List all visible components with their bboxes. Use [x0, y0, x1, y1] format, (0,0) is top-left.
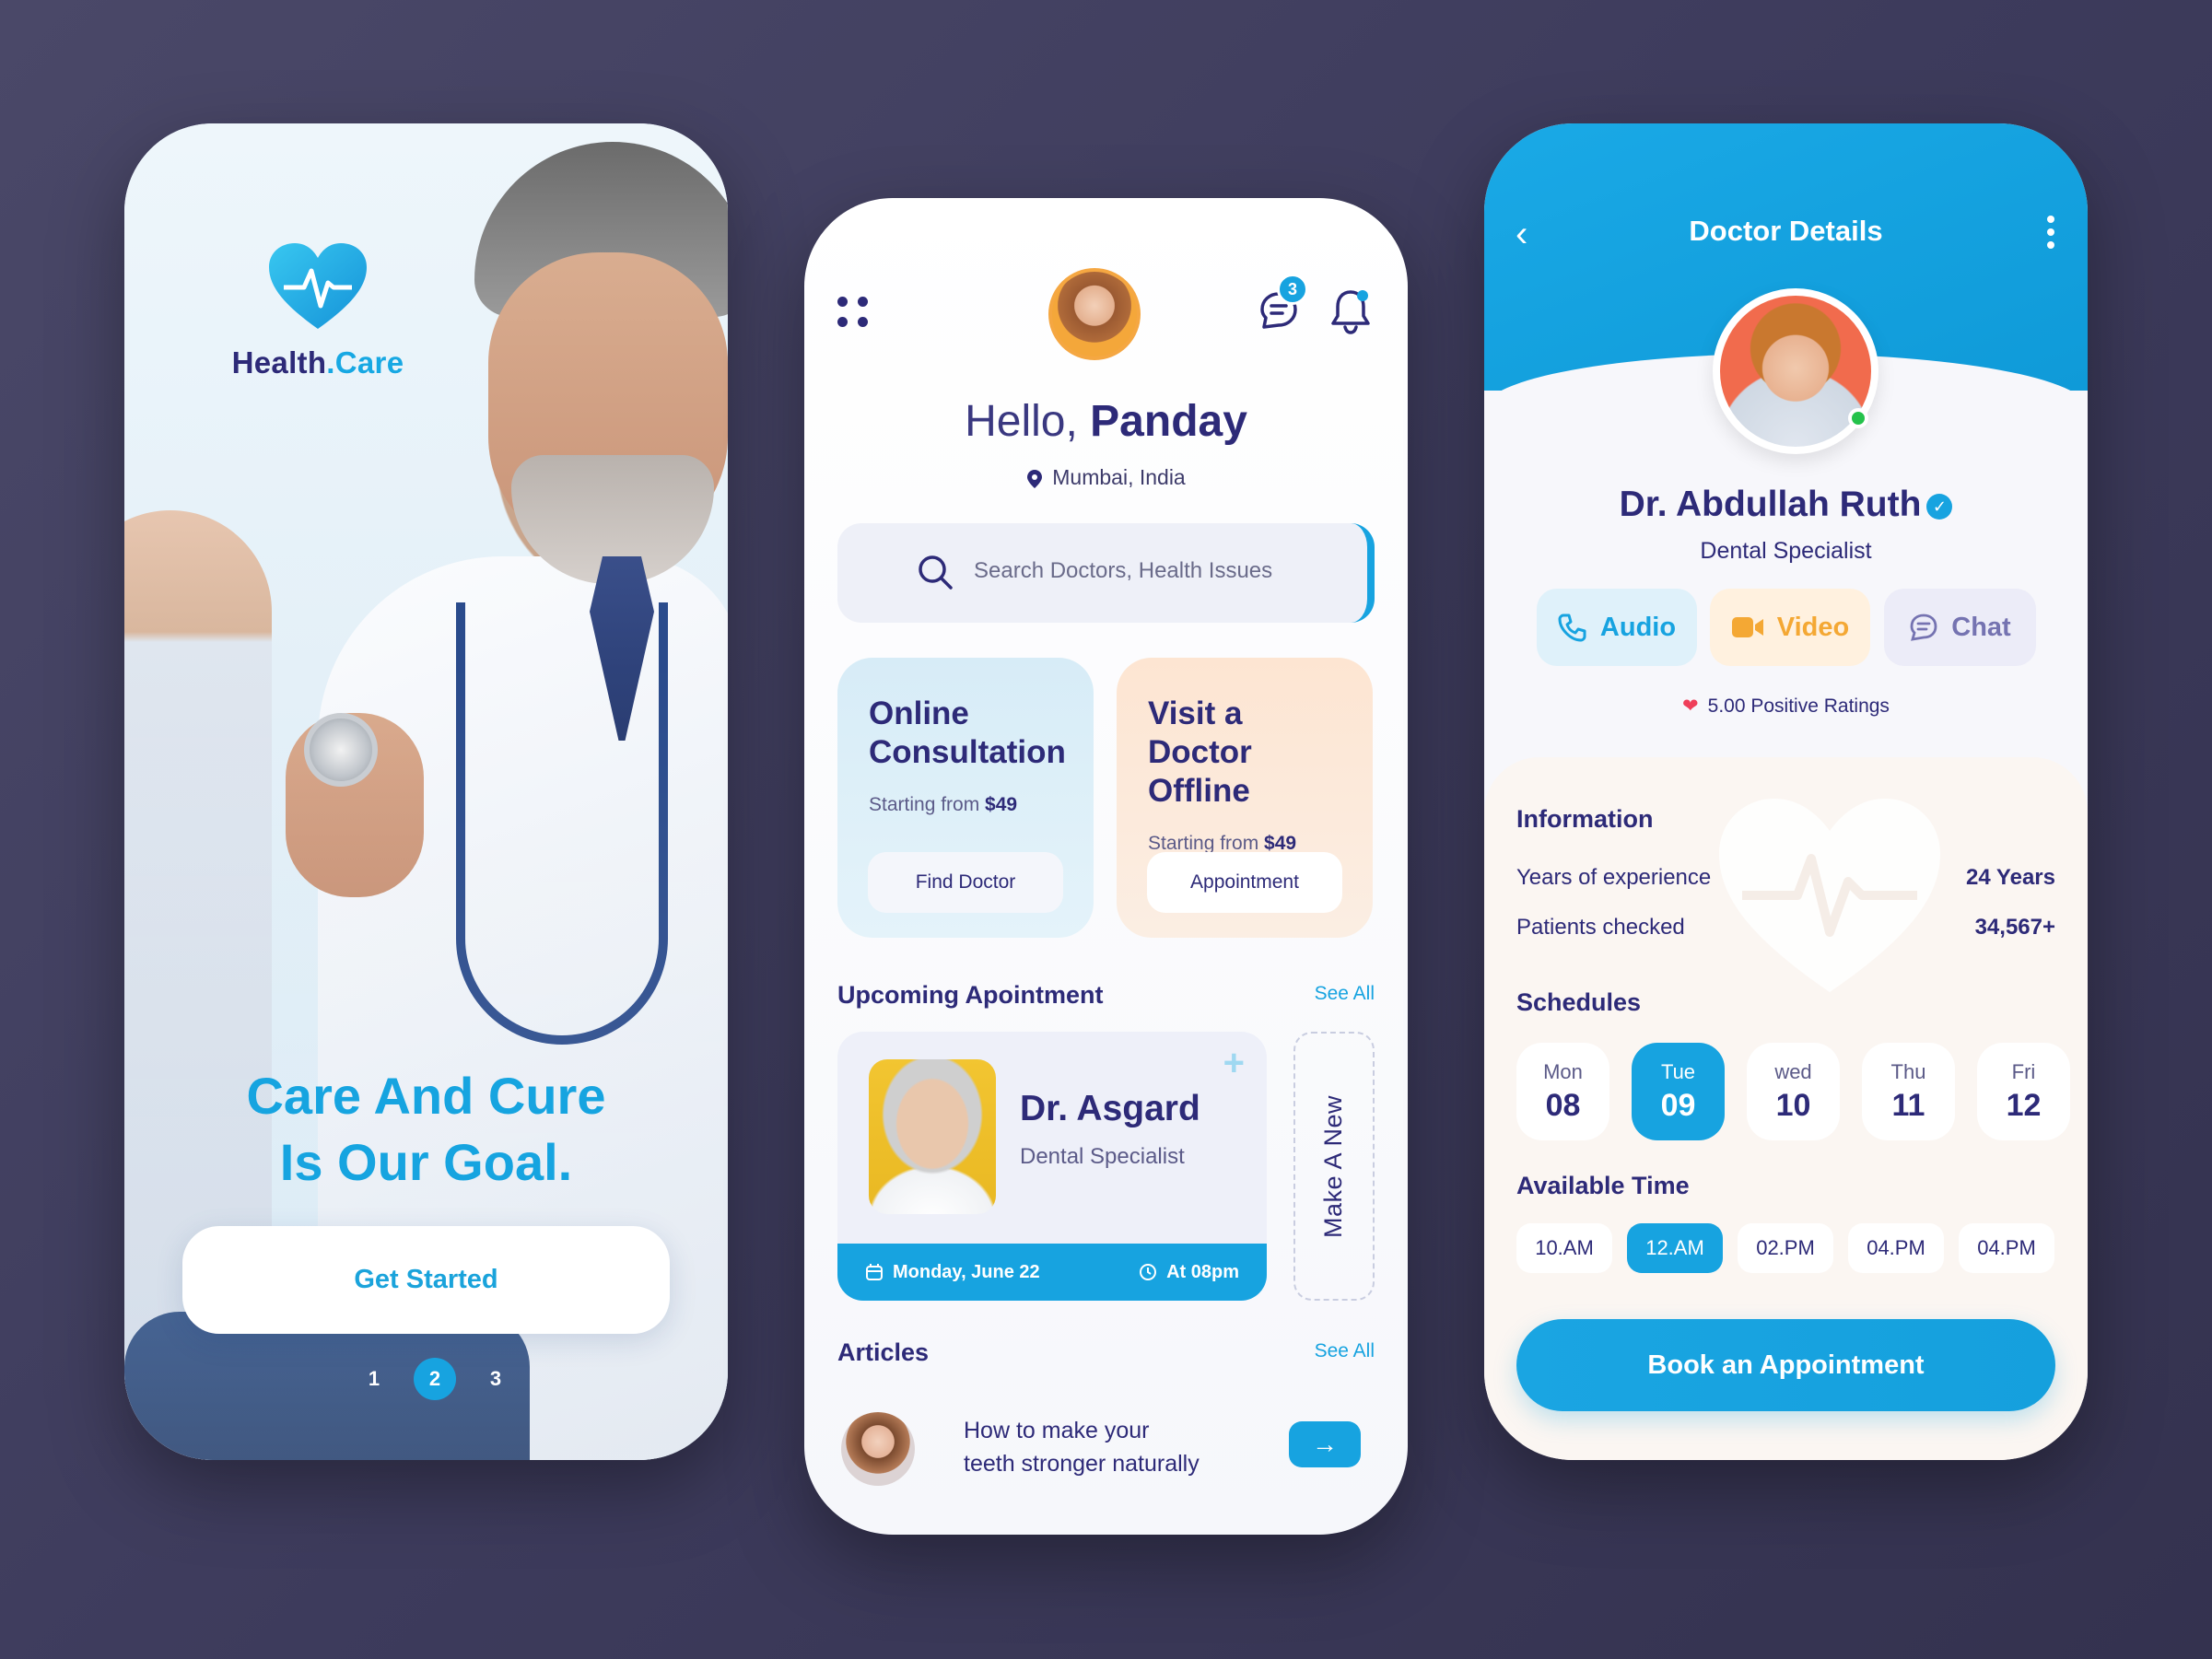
- time-slot[interactable]: 10.AM: [1516, 1223, 1612, 1273]
- add-icon[interactable]: +: [1223, 1043, 1245, 1084]
- visit-offline-card[interactable]: Visit a Doctor Offline Starting from $49 …: [1117, 658, 1373, 938]
- user-location: Mumbai, India: [804, 465, 1408, 490]
- menu-grid-icon[interactable]: [837, 297, 871, 330]
- time-slot[interactable]: 04.PM: [1848, 1223, 1944, 1273]
- article-thumbnail: [841, 1412, 915, 1486]
- make-new-appointment-button[interactable]: Make A New: [1293, 1032, 1375, 1301]
- arrow-right-icon[interactable]: →: [1289, 1421, 1361, 1467]
- upcoming-section-title: Upcoming Apointment: [837, 981, 1104, 1009]
- get-started-button[interactable]: Get Started: [182, 1226, 670, 1334]
- experience-row: Years of experience 24 Years: [1516, 865, 2055, 890]
- see-all-appointments-link[interactable]: See All: [1315, 983, 1375, 1005]
- heart-pulse-icon: [269, 243, 367, 329]
- appointment-datetime-bar: Monday, June 22 At 08pm: [837, 1244, 1267, 1301]
- calendar-icon: [866, 1264, 883, 1280]
- time-slots: 10.AM 12.AM 02.PM 04.PM 04.PM: [1516, 1223, 2054, 1273]
- day-wed[interactable]: wed 10: [1747, 1043, 1840, 1140]
- day-tue[interactable]: Tue 09: [1632, 1043, 1725, 1140]
- onboarding-pager: 1 2 3: [353, 1358, 517, 1400]
- doctor-specialty: Dental Specialist: [1700, 538, 1872, 564]
- schedules-title: Schedules: [1516, 988, 1642, 1016]
- app-logo: Health.Care: [226, 241, 410, 380]
- doctor-ratings: ❤ 5.00 Positive Ratings: [1682, 695, 1890, 717]
- video-camera-icon: [1731, 617, 1763, 637]
- search-icon: [919, 555, 953, 590]
- brand-name: Health.Care: [231, 345, 404, 380]
- heart-icon: ❤: [1682, 695, 1699, 717]
- search-input[interactable]: Search Doctors, Health Issues: [974, 558, 1272, 584]
- onboarding-screen: Health.Care Care And Cure Is Our Goal. G…: [124, 123, 728, 1460]
- page-title: Doctor Details: [1689, 215, 1883, 247]
- onboarding-tagline: Care And Cure Is Our Goal.: [246, 1067, 606, 1191]
- doctor-photo: [869, 1059, 996, 1214]
- verified-icon: ✓: [1926, 493, 1953, 520]
- heart-watermark-icon: [1719, 799, 1940, 992]
- chat-bubble-icon: [1910, 613, 1937, 641]
- day-mon[interactable]: Mon 08: [1516, 1043, 1609, 1140]
- patients-row: Patients checked 34,567+: [1516, 915, 2055, 940]
- phone-icon: [1558, 613, 1586, 642]
- more-vertical-icon[interactable]: [2047, 216, 2054, 249]
- book-appointment-button[interactable]: Book an Appointment: [1516, 1319, 2055, 1411]
- greeting: Hello, Panday: [965, 397, 1247, 446]
- message-badge: 3: [1277, 274, 1308, 305]
- bell-icon[interactable]: [1328, 286, 1373, 334]
- make-new-label: Make A New: [1319, 1094, 1348, 1238]
- appointment-doctor-name: Dr. Asgard: [1020, 1089, 1200, 1128]
- online-status-indicator: [1848, 408, 1868, 428]
- doctor-details-screen: ‹ Doctor Details Dr. Abdullah Ruth ✓ Dent…: [1484, 123, 2088, 1460]
- doctor-avatar: [1713, 288, 1878, 454]
- card-title: Online Consultation: [869, 695, 1066, 770]
- time-slot[interactable]: 02.PM: [1738, 1223, 1833, 1273]
- card-title: Visit a Doctor Offline: [1148, 695, 1252, 809]
- appointment-date: Monday, June 22: [865, 1262, 1040, 1283]
- pager-dot-1[interactable]: 1: [353, 1358, 395, 1400]
- day-thu[interactable]: Thu 11: [1862, 1043, 1955, 1140]
- articles-section-title: Articles: [837, 1338, 930, 1366]
- video-call-button[interactable]: Video: [1710, 589, 1870, 666]
- location-pin-icon: [1027, 469, 1043, 488]
- user-avatar[interactable]: [1048, 268, 1141, 360]
- appointment-card[interactable]: + Dr. Asgard Dental Specialist Monday, J…: [837, 1032, 1267, 1301]
- chat-button[interactable]: Chat: [1884, 589, 2036, 666]
- appointment-time: At 08pm: [1139, 1262, 1239, 1283]
- home-screen: 3 Hello, Panday Mumbai, India Search Doc…: [804, 198, 1408, 1535]
- schedule-days: Mon 08 Tue 09 wed 10 Thu 11 Fri 12: [1516, 1043, 2070, 1140]
- online-consultation-card[interactable]: Online Consultation Starting from $49 Fin…: [837, 658, 1094, 938]
- see-all-articles-link[interactable]: See All: [1315, 1340, 1375, 1362]
- time-slot[interactable]: 12.AM: [1627, 1223, 1723, 1273]
- doctor-name: Dr. Abdullah Ruth ✓: [1484, 485, 2088, 525]
- search-bar[interactable]: Search Doctors, Health Issues: [837, 523, 1375, 623]
- appointment-doctor-specialty: Dental Specialist: [1020, 1144, 1185, 1169]
- pager-dot-3[interactable]: 3: [474, 1358, 517, 1400]
- card-price: Starting from $49: [869, 794, 1018, 815]
- information-title: Information: [1516, 805, 1654, 833]
- day-fri[interactable]: Fri 12: [1977, 1043, 2070, 1140]
- find-doctor-button[interactable]: Find Doctor: [868, 852, 1063, 913]
- pager-dot-2[interactable]: 2: [414, 1358, 456, 1400]
- clock-icon: [1140, 1264, 1157, 1280]
- time-slot[interactable]: 04.PM: [1959, 1223, 2054, 1273]
- available-time-title: Available Time: [1516, 1172, 1690, 1199]
- audio-call-button[interactable]: Audio: [1537, 589, 1697, 666]
- appointment-button[interactable]: Appointment: [1147, 852, 1342, 913]
- article-title: How to make your teeth stronger naturally: [964, 1418, 1200, 1477]
- article-item[interactable]: How to make your teeth stronger naturally…: [841, 1405, 1375, 1488]
